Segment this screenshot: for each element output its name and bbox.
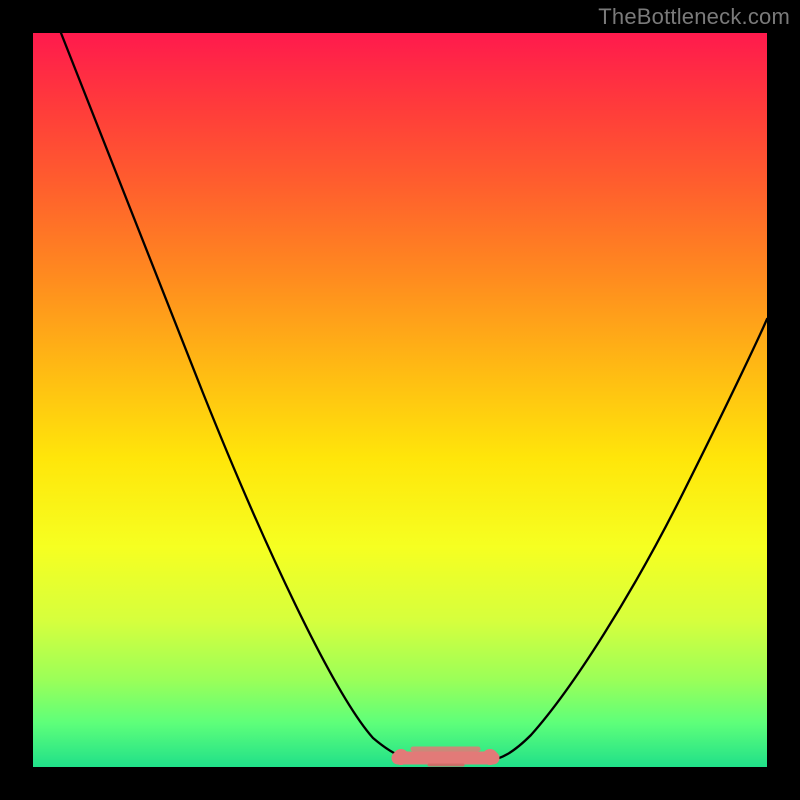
highlight-left-cap <box>393 749 409 765</box>
watermark-text: TheBottleneck.com <box>598 4 790 30</box>
highlight-right-cap <box>482 749 498 765</box>
chart-frame: TheBottleneck.com <box>0 0 800 800</box>
highlight-segment <box>393 749 498 765</box>
bottleneck-curve-line <box>61 33 767 761</box>
gradient-plot-area <box>33 33 767 767</box>
chart-overlay-svg <box>33 33 767 767</box>
